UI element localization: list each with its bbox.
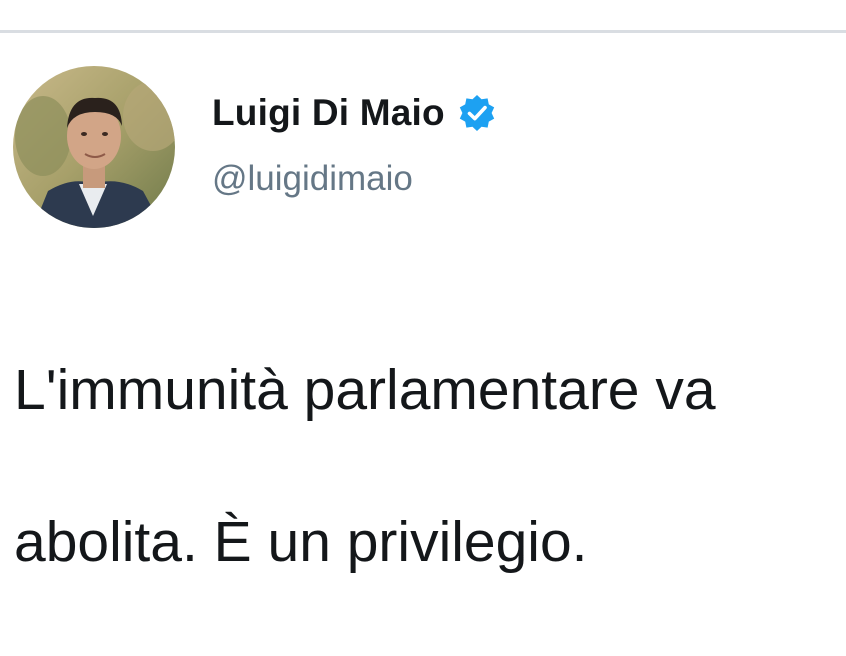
user-block: Luigi Di Maio @luigidimaio — [212, 86, 497, 199]
tweet-text-line: abolita. È un privilegio. — [14, 510, 588, 574]
profile-photo-icon — [13, 66, 175, 228]
verified-badge-icon — [457, 93, 497, 133]
display-name[interactable]: Luigi Di Maio — [212, 92, 445, 134]
user-handle[interactable]: @luigidimaio — [212, 159, 497, 199]
top-divider — [0, 30, 846, 33]
top-bar — [0, 0, 846, 30]
tweet-text: L'immunità parlamentare va abolita. È un… — [14, 276, 844, 656]
avatar[interactable] — [13, 66, 175, 228]
tweet-text-line: L'immunità parlamentare va — [14, 358, 716, 422]
name-row: Luigi Di Maio — [212, 86, 497, 140]
